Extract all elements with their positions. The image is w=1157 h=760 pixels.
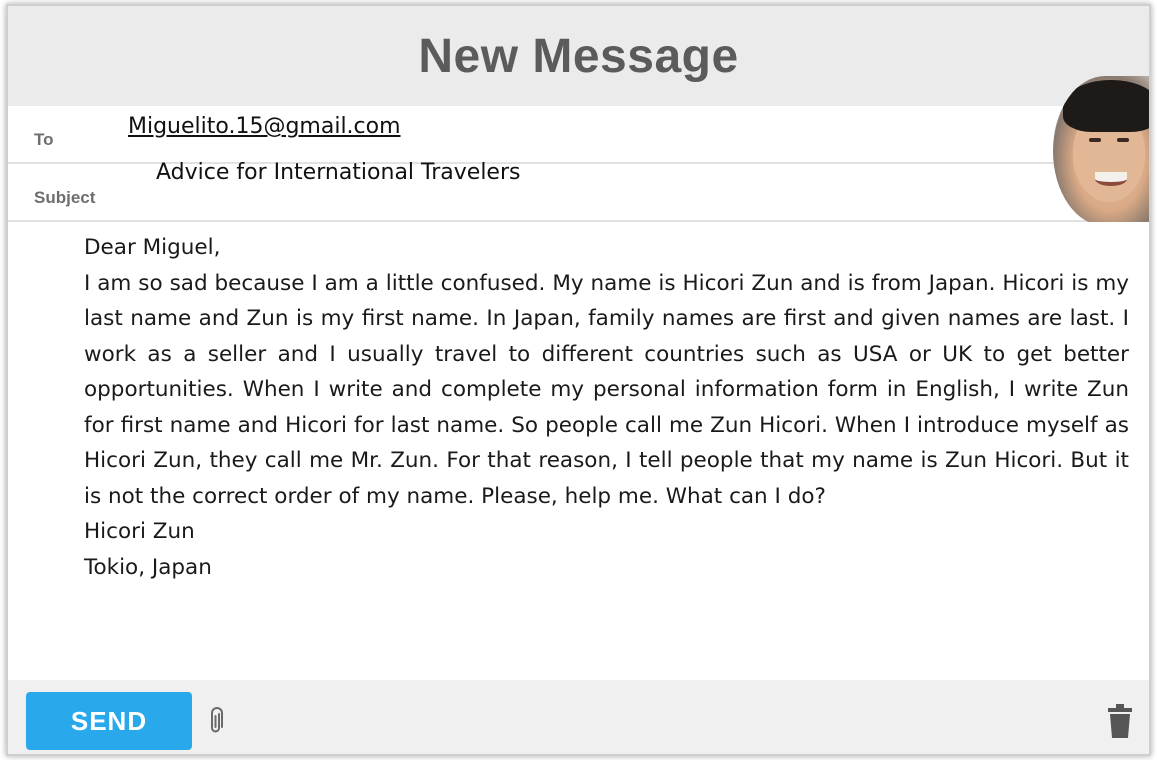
to-label: To [34,130,54,149]
message-paragraph: I am so sad because I am a little confus… [84,270,1129,509]
to-field[interactable]: Miguelito.15@gmail.com [128,114,401,139]
subject-label: Subject [34,188,96,207]
compose-window: New Message To Miguelito.15@gmail.com Su… [6,4,1151,756]
to-row: To Miguelito.15@gmail.com [8,108,1149,164]
message-body-text: Dear Miguel, I am so sad because I am a … [84,230,1129,585]
avatar-eye-left [1089,138,1101,142]
avatar-hair [1063,80,1149,132]
window-title: New Message [418,29,739,83]
avatar-eye-right [1117,138,1129,142]
title-bar: New Message [8,6,1149,106]
trash-icon[interactable] [1107,704,1133,738]
message-body[interactable]: Dear Miguel, I am so sad because I am a … [8,222,1149,682]
subject-row: Subject Advice for International Travele… [8,160,1149,222]
avatar [1053,76,1149,226]
compose-footer: SEND [8,680,1149,754]
signature-location: Tokio, Japan [84,554,212,580]
signature-name: Hicori Zun [84,519,195,544]
paperclip-icon[interactable] [208,706,224,736]
subject-field[interactable]: Advice for International Travelers [156,160,520,185]
avatar-smile [1095,172,1127,186]
send-button[interactable]: SEND [26,692,192,750]
message-greeting: Dear Miguel, [84,235,221,260]
